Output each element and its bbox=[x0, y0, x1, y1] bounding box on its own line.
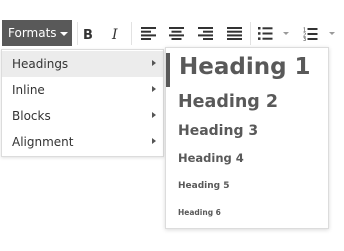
align-justify-icon bbox=[226, 27, 242, 40]
toolbar-divider bbox=[131, 22, 132, 45]
svg-text:3: 3 bbox=[303, 37, 306, 41]
chevron-down-icon[interactable] bbox=[283, 32, 289, 35]
editor-toolbar: Formats B I 1 2 3 bbox=[0, 19, 344, 48]
numbered-list-icon: 1 2 3 bbox=[303, 27, 317, 41]
formats-label: Formats bbox=[8, 26, 57, 40]
bold-icon: B bbox=[83, 28, 93, 41]
menu-item-blocks[interactable]: Blocks bbox=[2, 103, 163, 129]
bold-button[interactable]: B bbox=[77, 22, 99, 45]
align-center-icon bbox=[168, 27, 184, 40]
headings-submenu: Heading 1 Heading 2 Heading 3 Heading 4 … bbox=[165, 47, 329, 229]
menu-item-heading-6[interactable]: Heading 6 bbox=[178, 208, 221, 217]
menu-item-heading-1[interactable]: Heading 1 bbox=[179, 54, 311, 80]
menu-item-heading-2[interactable]: Heading 2 bbox=[178, 92, 278, 112]
menu-item-heading-3[interactable]: Heading 3 bbox=[178, 123, 258, 139]
align-right-button[interactable] bbox=[194, 22, 216, 45]
menu-item-label: Inline bbox=[12, 83, 45, 97]
svg-text:B: B bbox=[83, 28, 93, 41]
italic-button[interactable]: I bbox=[105, 22, 127, 45]
bullet-list-button[interactable] bbox=[254, 22, 276, 45]
menu-item-label: Headings bbox=[12, 57, 69, 71]
italic-icon: I bbox=[111, 27, 118, 41]
menu-item-headings[interactable]: Headings bbox=[2, 51, 163, 77]
chevron-right-icon bbox=[152, 138, 156, 144]
menu-item-heading-4[interactable]: Heading 4 bbox=[178, 151, 244, 165]
menu-item-heading-5[interactable]: Heading 5 bbox=[178, 181, 229, 191]
chevron-down-icon[interactable] bbox=[329, 32, 335, 35]
svg-text:I: I bbox=[111, 27, 118, 41]
active-indicator bbox=[166, 53, 170, 87]
menu-item-inline[interactable]: Inline bbox=[2, 77, 163, 103]
bullet-list-icon bbox=[257, 27, 272, 40]
align-left-button[interactable] bbox=[137, 22, 159, 45]
align-justify-button[interactable] bbox=[223, 22, 245, 45]
toolbar-divider bbox=[250, 22, 251, 45]
menu-item-alignment[interactable]: Alignment bbox=[2, 129, 163, 155]
menu-item-label: Alignment bbox=[12, 135, 74, 149]
align-right-icon bbox=[197, 27, 213, 40]
numbered-list-button[interactable]: 1 2 3 bbox=[299, 22, 321, 45]
chevron-right-icon bbox=[152, 112, 156, 118]
chevron-right-icon bbox=[152, 86, 156, 92]
align-left-icon bbox=[140, 27, 156, 40]
formats-menu: Headings Inline Blocks Alignment bbox=[1, 49, 164, 157]
formats-dropdown-button[interactable]: Formats bbox=[2, 20, 72, 46]
align-center-button[interactable] bbox=[165, 22, 187, 45]
chevron-right-icon bbox=[152, 60, 156, 66]
menu-item-label: Blocks bbox=[12, 109, 51, 123]
chevron-down-icon bbox=[59, 31, 68, 36]
